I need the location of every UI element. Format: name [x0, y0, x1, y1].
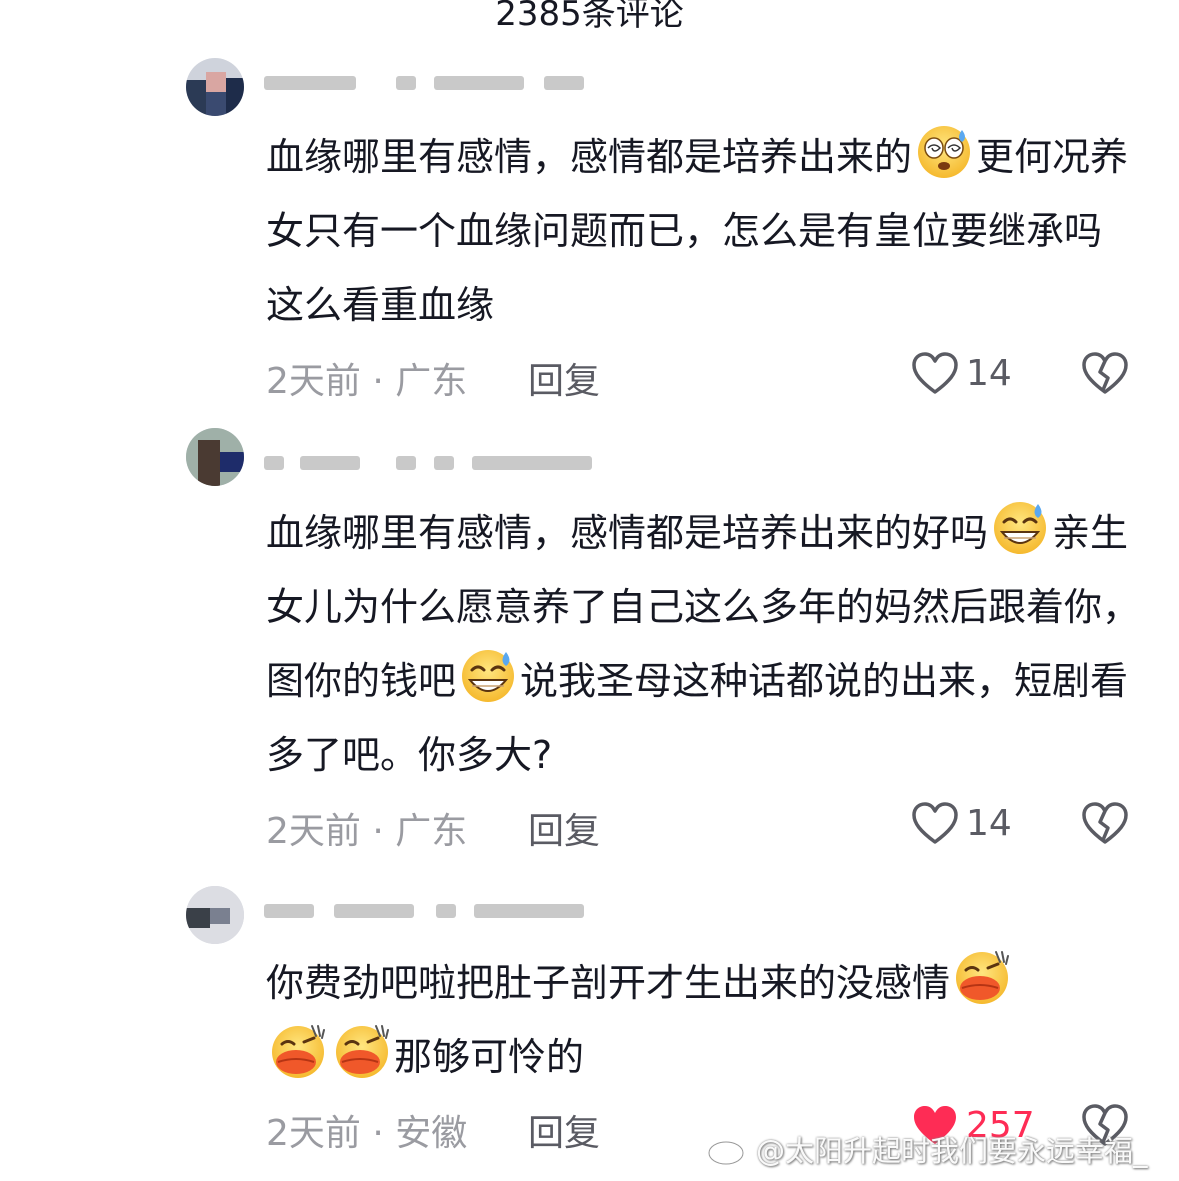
comment-text: 你费劲吧啦把肚子剖开才生出来的没感情 那够可怜的	[266, 946, 1146, 1094]
avatar[interactable]	[186, 58, 244, 116]
reply-button[interactable]: 回复	[528, 352, 600, 404]
kissy-face-emoji-icon	[336, 1025, 389, 1078]
sweat-grin-emoji-icon	[994, 502, 1047, 554]
comment-count-title: 2385条评论	[495, 0, 684, 34]
heart-outline-icon	[912, 802, 958, 844]
broken-heart-icon[interactable]	[1080, 350, 1130, 396]
avatar[interactable]	[186, 886, 244, 944]
avatar[interactable]	[186, 428, 244, 486]
like-count: 14	[966, 802, 1012, 844]
comment-meta: 2天前 · 广东 回复 14	[266, 350, 1146, 402]
weibo-logo-icon	[707, 1133, 748, 1166]
username-blurred[interactable]	[264, 446, 624, 480]
comment-meta: 2天前 · 广东 回复 14	[266, 800, 1146, 852]
like-button[interactable]: 14	[910, 800, 1012, 846]
heart-outline-icon	[912, 352, 958, 394]
reply-button[interactable]: 回复	[528, 1104, 600, 1156]
broken-heart-icon[interactable]	[1080, 800, 1130, 846]
kissy-face-emoji-icon	[956, 951, 1010, 1004]
like-button[interactable]: 14	[910, 350, 1012, 396]
time-location: 2天前 · 广东	[266, 361, 468, 402]
dizzy-face-emoji-icon	[918, 126, 971, 178]
time-location: 2天前 · 广东	[266, 811, 468, 852]
kissy-face-emoji-icon	[272, 1025, 325, 1078]
username-blurred[interactable]	[264, 66, 624, 100]
watermark-text: @太阳升起时我们要永远幸福_	[756, 1134, 1148, 1168]
comment-text: 血缘哪里有感情，感情都是培养出来的 更何况养女只有一个血缘问题而已，怎么是有皇位…	[266, 120, 1146, 342]
comment-text: 血缘哪里有感情，感情都是培养出来的好吗 亲生女儿为什么愿意养了自己这么多年的妈然…	[266, 496, 1146, 792]
time-location: 2天前 · 安徽	[266, 1113, 468, 1154]
reply-button[interactable]: 回复	[528, 802, 600, 854]
weibo-watermark: @太阳升起时我们要永远幸福_	[706, 1128, 1148, 1170]
sweat-grin-emoji-icon	[462, 650, 515, 702]
like-count: 14	[966, 352, 1012, 394]
username-blurred[interactable]	[264, 894, 624, 928]
